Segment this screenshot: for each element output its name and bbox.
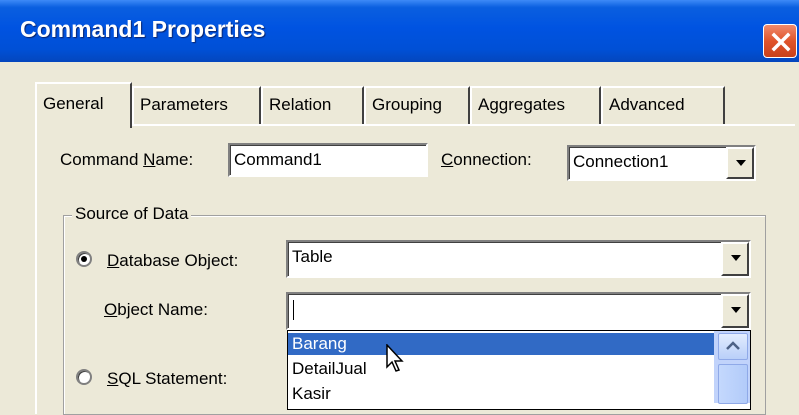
tab-label: Advanced (609, 95, 685, 114)
command-name-input[interactable]: Command1 (228, 143, 428, 177)
database-object-value: Table (292, 247, 333, 266)
command-name-label: Command Name: (60, 150, 194, 169)
database-object-select[interactable]: Table (286, 240, 751, 278)
list-item[interactable]: Barang (288, 333, 714, 355)
sql-statement-radio[interactable] (76, 369, 92, 385)
connection-label: Connection: (441, 150, 532, 169)
close-button[interactable] (763, 24, 797, 58)
scroll-thumb[interactable] (718, 364, 748, 404)
sql-statement-label: SQL Statement: (107, 369, 228, 388)
database-object-label: Database Object: (107, 251, 239, 270)
connection-value: Connection1 (573, 152, 669, 171)
tab-label: Grouping (372, 95, 442, 114)
tab-aggregates[interactable]: Aggregates (470, 86, 601, 124)
tab-grouping[interactable]: Grouping (364, 86, 470, 124)
tab-relation[interactable]: Relation (261, 86, 364, 124)
window-title: Command1 Properties (20, 16, 266, 42)
connection-dropdown-button[interactable] (726, 147, 754, 179)
close-x-icon (771, 32, 791, 52)
mouse-pointer-icon (386, 344, 404, 372)
chevron-down-icon (731, 255, 741, 261)
title-bar: Command1 Properties (0, 0, 799, 62)
source-of-data-title: Source of Data (72, 204, 192, 224)
chevron-down-icon (731, 307, 741, 313)
tab-label: Relation (269, 95, 332, 114)
tab-parameters[interactable]: Parameters (132, 86, 261, 124)
database-object-radio[interactable] (76, 251, 92, 267)
list-item[interactable]: DetailJual (292, 358, 367, 380)
chevron-up-icon (726, 341, 740, 350)
radio-dot (81, 256, 87, 262)
tab-label: General (43, 94, 104, 113)
command-name-value: Command1 (234, 150, 322, 169)
text-caret (293, 300, 294, 320)
scroll-up-button[interactable] (718, 333, 748, 360)
object-name-input[interactable] (286, 292, 751, 330)
chevron-down-icon (736, 160, 746, 166)
tab-label: Aggregates (478, 95, 565, 114)
object-name-dropdown-button[interactable] (721, 294, 749, 328)
tab-general[interactable]: General (35, 82, 132, 128)
object-name-label: Object Name: (104, 300, 208, 319)
tab-label: Parameters (140, 95, 228, 114)
database-object-dropdown-button[interactable] (721, 242, 749, 276)
object-name-dropdown-list[interactable]: Barang DetailJual Kasir (287, 330, 751, 410)
tab-advanced[interactable]: Advanced (601, 86, 725, 124)
